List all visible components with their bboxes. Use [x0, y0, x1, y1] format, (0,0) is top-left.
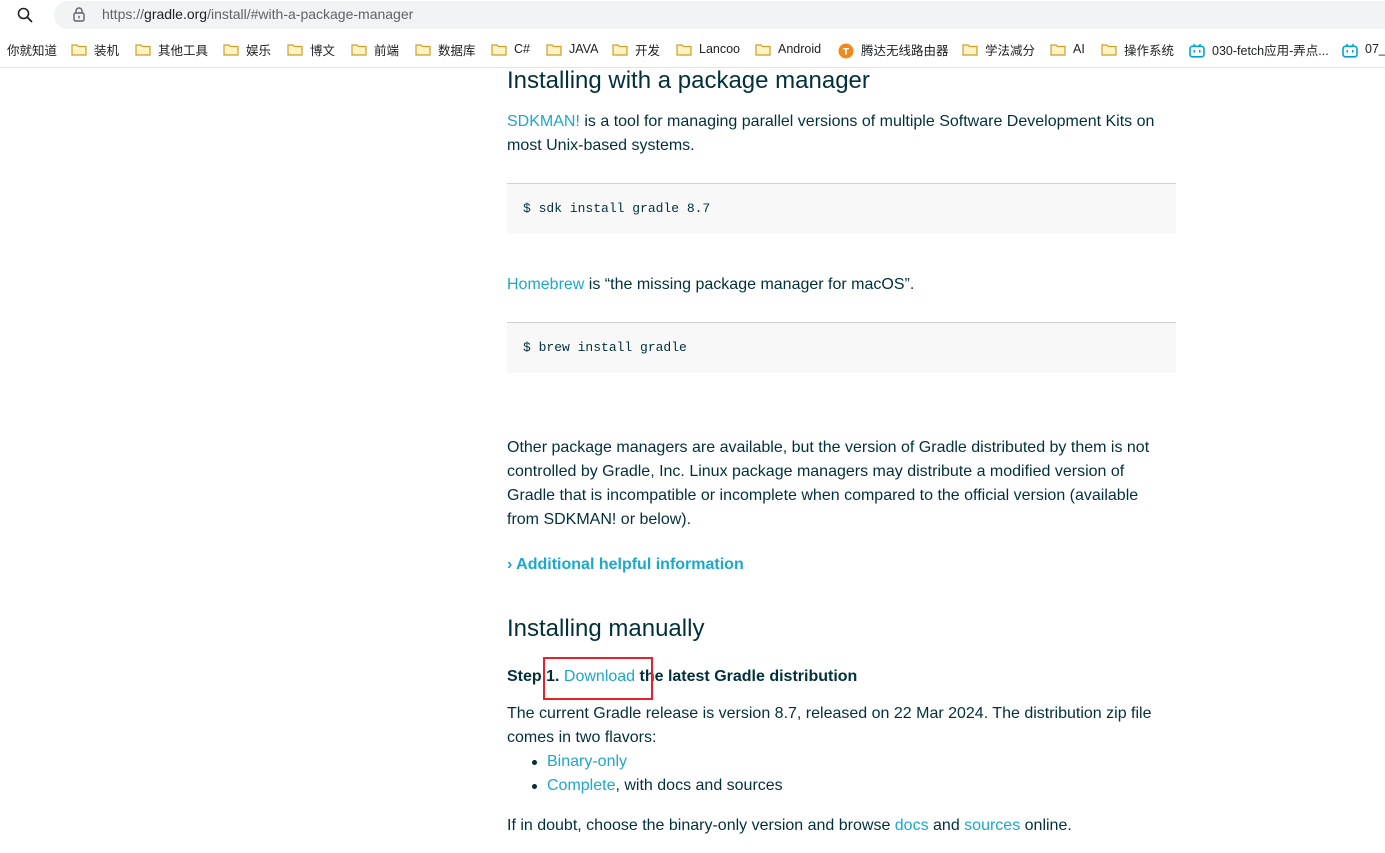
bookmark-label: 开发 — [635, 43, 661, 58]
bookmark-label: 腾达无线路由器 — [861, 43, 949, 58]
bookmark-label: 操作系统 — [1124, 43, 1175, 58]
bookmark-folder[interactable]: C# — [491, 40, 530, 58]
folder-icon — [491, 43, 507, 56]
folder-icon — [351, 43, 367, 56]
additional-info-toggle[interactable]: › Additional helpful information — [507, 556, 744, 574]
sdkman-link[interactable]: SDKMAN! — [507, 113, 580, 130]
bookmark-folder[interactable]: 开发 — [612, 40, 660, 58]
bookmark-folder[interactable]: JAVA — [546, 40, 598, 58]
sdkman-command: $ sdk install gradle 8.7 — [523, 201, 711, 216]
doubt-prefix: If in doubt, choose the binary-only vers… — [507, 817, 895, 834]
annotation-highlight-box — [543, 657, 653, 700]
sdkman-paragraph: SDKMAN! is a tool for managing parallel … — [507, 110, 1177, 158]
folder-icon — [612, 43, 628, 56]
bookmark-label: 博文 — [310, 43, 336, 58]
code-block-homebrew: $ brew install gradle — [507, 322, 1176, 373]
binary-only-link[interactable]: Binary-only — [547, 753, 627, 770]
bookmark-folder[interactable]: 其他工具 — [135, 40, 208, 58]
list-item: Binary-only — [532, 750, 783, 774]
bookmarks-bar: 你就知道 装机 其他工具 娱乐 博文 前端 数据库 C# JAVA 开发 Lan… — [0, 30, 1385, 68]
sources-link[interactable]: sources — [964, 817, 1020, 834]
folder-icon — [287, 43, 303, 56]
bookmark-label: 数据库 — [438, 43, 476, 58]
code-block-sdkman: $ sdk install gradle 8.7 — [507, 183, 1176, 234]
folder-icon — [755, 43, 771, 56]
complete-description: , with docs and sources — [615, 777, 783, 794]
bookmark-folder[interactable]: 前端 — [351, 40, 399, 58]
homebrew-description: is “the missing package manager for macO… — [584, 276, 915, 293]
bookmark-label: 其他工具 — [158, 43, 209, 58]
release-paragraph: The current Gradle release is version 8.… — [507, 705, 1152, 746]
bilibili-icon — [1189, 43, 1205, 58]
bookmark-folder[interactable]: 数据库 — [415, 40, 476, 58]
step-suffix: the latest Gradle distribution — [635, 668, 858, 685]
list-item: Complete, with docs and sources — [532, 774, 783, 798]
folder-icon — [1050, 43, 1066, 56]
docs-link[interactable]: docs — [895, 817, 929, 834]
bookmark-label: 前端 — [374, 43, 400, 58]
homebrew-paragraph: Homebrew is “the missing package manager… — [507, 273, 1177, 297]
url-host: gradle.org — [144, 6, 208, 22]
sdkman-description: is a tool for managing parallel versions… — [507, 113, 1155, 154]
heading-installing-manually: Installing manually — [507, 615, 705, 642]
url-path: /install/#with-a-package-manager — [207, 6, 414, 22]
bookmark-folder[interactable]: Lancoo — [676, 40, 740, 58]
bookmark-folder[interactable]: 博文 — [287, 40, 335, 58]
folder-icon — [135, 43, 151, 56]
bookmark-folder[interactable]: 装机 — [71, 40, 119, 58]
doubt-suffix: online. — [1020, 817, 1072, 834]
bookmark-label: AI — [1073, 42, 1085, 56]
doubt-paragraph: If in doubt, choose the binary-only vers… — [507, 814, 1177, 838]
bookmark-label: JAVA — [569, 42, 599, 56]
doubt-and: and — [928, 817, 965, 834]
bookmark-label: 07_ — [1365, 42, 1385, 56]
url-text[interactable]: https://gradle.org/install/#with-a-packa… — [102, 6, 413, 22]
heading-package-manager: Installing with a package manager — [507, 67, 870, 94]
flavors-list: Binary-only Complete, with docs and sour… — [507, 750, 783, 798]
bookmark-label: 学法减分 — [985, 43, 1036, 58]
folder-icon — [223, 43, 239, 56]
bilibili-icon — [1342, 43, 1358, 58]
bookmark-label: 你就知道 — [7, 43, 58, 58]
bookmark-label: 030-fetch应用-弄点... — [1212, 43, 1329, 58]
homebrew-link[interactable]: Homebrew — [507, 276, 584, 293]
bookmark-label: C# — [514, 42, 530, 56]
folder-icon — [71, 43, 87, 56]
bookmark-folder[interactable]: Android — [755, 40, 821, 58]
search-icon[interactable] — [16, 6, 34, 24]
other-package-managers-paragraph: Other package managers are available, bu… — [507, 439, 1150, 528]
bookmark-folder[interactable]: 操作系统 — [1101, 40, 1174, 58]
folder-icon — [962, 43, 978, 56]
complete-link[interactable]: Complete — [547, 777, 615, 794]
bookmark-item[interactable]: T 腾达无线路由器 — [838, 40, 949, 59]
bookmark-folder[interactable]: AI — [1050, 40, 1085, 58]
bookmark-label: Android — [778, 42, 822, 56]
lock-icon[interactable] — [72, 6, 86, 22]
url-prefix: https:// — [102, 6, 145, 22]
folder-icon — [415, 43, 431, 56]
bookmark-folder[interactable]: 娱乐 — [223, 40, 271, 58]
bookmark-folder[interactable]: 学法减分 — [962, 40, 1035, 58]
address-bar-row: https://gradle.org/install/#with-a-packa… — [0, 0, 1385, 30]
bookmark-label: 装机 — [94, 43, 120, 58]
bookmark-item[interactable]: 030-fetch应用-弄点... — [1189, 40, 1329, 58]
folder-icon — [546, 43, 562, 56]
bookmark-label: 娱乐 — [246, 43, 272, 58]
folder-icon — [676, 43, 692, 56]
homebrew-command: $ brew install gradle — [523, 340, 687, 355]
bookmark-label: Lancoo — [699, 42, 741, 56]
bookmark-item[interactable]: 07_ — [1342, 40, 1385, 58]
tenda-icon: T — [838, 43, 854, 59]
folder-icon — [1101, 43, 1117, 56]
svg-text:T: T — [843, 48, 850, 58]
bookmark-item[interactable]: 你就知道 — [7, 40, 57, 58]
